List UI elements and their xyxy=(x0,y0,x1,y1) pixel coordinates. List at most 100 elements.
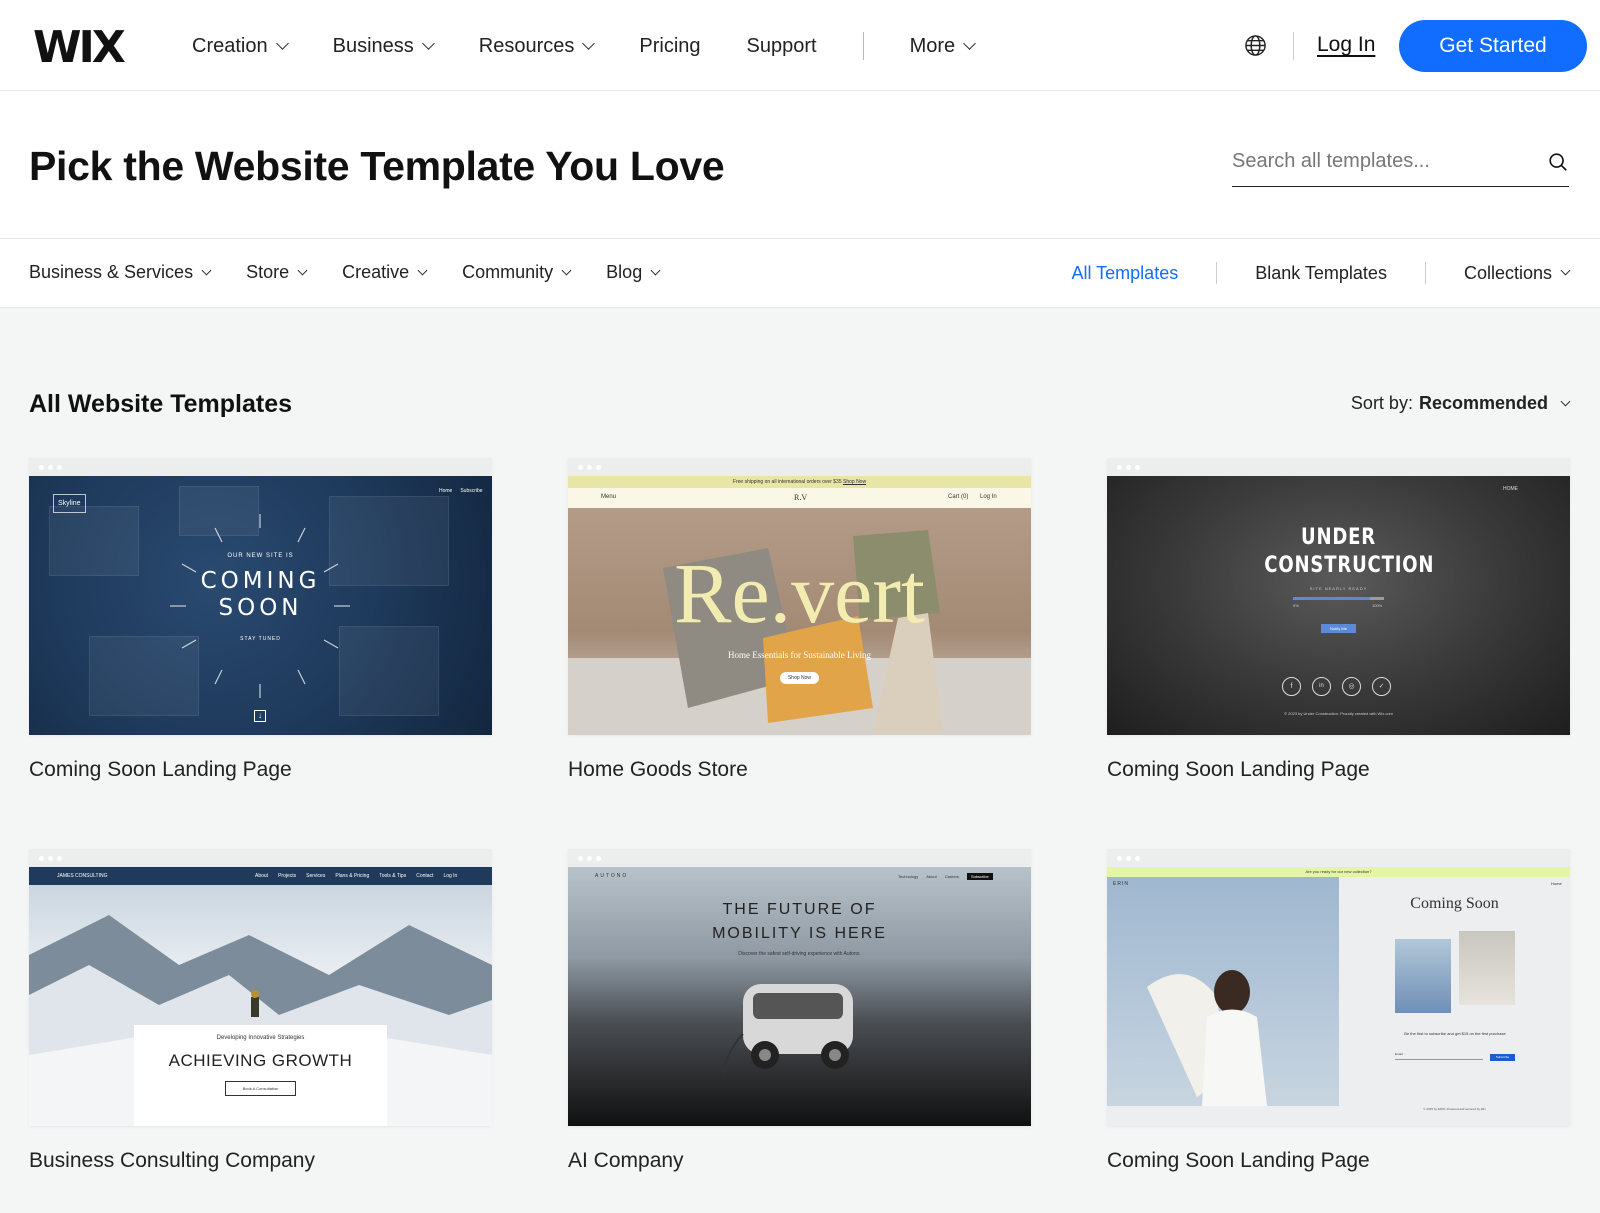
preview-shop-button: Shop Now xyxy=(780,672,819,684)
search-input[interactable] xyxy=(1232,143,1522,179)
preview-banner-link: Shop Now xyxy=(843,479,867,485)
preview-social-icons: f in ◎ ✓ xyxy=(1282,677,1391,696)
category-label: Blog xyxy=(606,262,643,282)
preview-nav-item: Projects xyxy=(278,873,297,879)
preview-banner: Are you ready for our new collection? xyxy=(1107,867,1570,877)
nav-more[interactable]: More xyxy=(910,35,977,58)
nav-resources-label: Resources xyxy=(478,34,575,57)
sort-dropdown[interactable]: Sort by: Recommended xyxy=(1350,393,1571,414)
template-card[interactable]: Skyline Home Subscribe OUR NEW SITE IS CO… xyxy=(29,458,492,781)
category-label: Business & Services xyxy=(29,262,194,282)
template-preview: Free shipping on all international order… xyxy=(568,476,1031,735)
template-card[interactable]: HOME UNDER CONSTRUCTION SITE NEARLY READ… xyxy=(1107,458,1570,781)
browser-chrome xyxy=(29,849,492,867)
preview-nav: Home xyxy=(1551,881,1562,886)
wix-logo[interactable]: WIX xyxy=(33,22,126,73)
category-business-services[interactable]: Business & Services xyxy=(29,262,212,283)
category-menu: Business & Services Store Creative Commu… xyxy=(29,262,695,283)
nav-divider xyxy=(862,32,864,60)
category-blog[interactable]: Blog xyxy=(606,262,661,283)
preview-nav-item: Home xyxy=(439,488,453,494)
preview-header: Menu R.V Cart (0) Log In xyxy=(568,488,1031,508)
preview-subscribe-button: Subscribe xyxy=(1490,1054,1515,1061)
template-thumbnail[interactable]: Are you ready for our new collection? ER… xyxy=(1107,849,1570,1126)
get-started-button[interactable]: Get Started xyxy=(1399,20,1587,72)
view-divider xyxy=(1216,262,1218,284)
nav-resources[interactable]: Resources xyxy=(478,34,596,58)
nav-pricing[interactable]: Pricing xyxy=(639,35,700,58)
template-thumbnail[interactable]: AUTONO Technology About Careers Subscrib… xyxy=(568,849,1031,1126)
template-thumbnail[interactable]: JAMES CONSULTING About Projects Services… xyxy=(29,849,492,1126)
preview-subtext: Discover the safest self-driving experie… xyxy=(738,951,861,957)
template-card[interactable]: AUTONO Technology About Careers Subscrib… xyxy=(568,849,1031,1172)
collections-label: Collections xyxy=(1463,262,1552,283)
nav-business[interactable]: Business xyxy=(332,34,435,58)
template-thumbnail[interactable]: Free shipping on all international order… xyxy=(568,458,1031,735)
preview-kicker: Developing Innovative Strategies xyxy=(216,1035,305,1041)
chevron-down-icon xyxy=(650,265,661,275)
chevron-down-icon xyxy=(561,265,572,275)
preview-login: Log In xyxy=(980,494,997,500)
autonomous-car-image xyxy=(723,984,853,1074)
preview-header: JAMES CONSULTING About Projects Services… xyxy=(29,867,492,885)
facebook-icon: f xyxy=(1282,677,1301,696)
preview-headline-2: MOBILITY IS HERE xyxy=(712,925,887,942)
category-community[interactable]: Community xyxy=(462,262,572,283)
preview-logo: AUTONO xyxy=(595,873,629,879)
sort-value: Recommended xyxy=(1418,393,1548,413)
browser-chrome xyxy=(1107,849,1570,867)
preview-footer: © 2023 by Under Construction. Proudly cr… xyxy=(1284,711,1393,716)
view-divider xyxy=(1424,262,1426,284)
template-search xyxy=(1232,143,1569,187)
preview-headline: Coming Soon xyxy=(1410,895,1499,912)
chevron-down-icon xyxy=(275,37,289,50)
search-icon[interactable] xyxy=(1547,151,1569,173)
template-preview: HOME UNDER CONSTRUCTION SITE NEARLY READ… xyxy=(1107,476,1570,735)
preview-nav: About Projects Services Plans & Pricing … xyxy=(255,873,457,879)
template-thumbnail[interactable]: HOME UNDER CONSTRUCTION SITE NEARLY READ… xyxy=(1107,458,1570,735)
scroll-down-icon: ↓ xyxy=(254,710,266,722)
browser-chrome xyxy=(29,458,492,476)
template-name[interactable]: Business Consulting Company xyxy=(29,1149,315,1173)
sort-label: Sort by: xyxy=(1350,393,1413,413)
category-store[interactable]: Store xyxy=(246,262,308,283)
template-card[interactable]: Are you ready for our new collection? ER… xyxy=(1107,849,1570,1172)
view-blank-templates[interactable]: Blank Templates xyxy=(1255,263,1387,284)
template-thumbnail[interactable]: Skyline Home Subscribe OUR NEW SITE IS CO… xyxy=(29,458,492,735)
category-creative[interactable]: Creative xyxy=(342,262,428,283)
preview-progress-fill xyxy=(1293,597,1370,600)
nav-support[interactable]: Support xyxy=(747,35,817,58)
preview-subtext: STAY TUNED xyxy=(240,636,281,642)
category-label: Creative xyxy=(342,262,410,282)
preview-photo xyxy=(1107,877,1339,1106)
nav-creation[interactable]: Creation xyxy=(192,35,289,58)
template-card[interactable]: JAMES CONSULTING About Projects Services… xyxy=(29,849,492,1172)
login-link[interactable]: Log In xyxy=(1317,33,1375,57)
preview-headline: COMING SOON xyxy=(200,568,321,621)
chevron-down-icon xyxy=(297,265,308,275)
topbar-divider xyxy=(1293,32,1294,60)
template-name[interactable]: AI Company xyxy=(568,1149,684,1173)
template-name[interactable]: Coming Soon Landing Page xyxy=(1107,1149,1370,1173)
view-collections[interactable]: Collections xyxy=(1463,262,1571,284)
page-title: Pick the Website Template You Love xyxy=(29,143,725,189)
browser-chrome xyxy=(1107,458,1570,476)
template-preview: Skyline Home Subscribe OUR NEW SITE IS CO… xyxy=(29,476,492,735)
template-name[interactable]: Coming Soon Landing Page xyxy=(1107,758,1370,782)
browser-chrome xyxy=(568,458,1031,476)
preview-progress-start: 0% xyxy=(1293,603,1299,608)
globe-icon[interactable] xyxy=(1244,34,1267,57)
chevron-down-icon xyxy=(201,265,212,275)
view-all-templates[interactable]: All Templates xyxy=(1071,263,1178,284)
preview-nav-item: About xyxy=(926,874,937,879)
template-name[interactable]: Coming Soon Landing Page xyxy=(29,758,292,782)
preview-nav-item: Technology xyxy=(898,874,919,879)
template-card[interactable]: Free shipping on all international order… xyxy=(568,458,1031,781)
template-name[interactable]: Home Goods Store xyxy=(568,758,748,782)
preview-banner: Free shipping on all international order… xyxy=(568,476,1031,488)
chevron-down-icon xyxy=(1560,396,1571,406)
preview-logo: Skyline xyxy=(53,494,86,513)
preview-logo: R.V xyxy=(794,493,808,502)
model-image xyxy=(1147,970,1267,1106)
nav-business-label: Business xyxy=(332,34,414,57)
